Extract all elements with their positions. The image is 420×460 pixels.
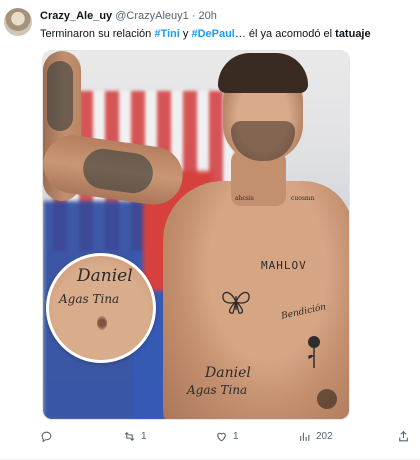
arm-tattoo — [47, 61, 73, 131]
author-name[interactable]: Crazy_Ale_uy — [40, 10, 112, 22]
retweet-count: 1 — [141, 430, 147, 442]
share-button[interactable] — [397, 428, 410, 444]
zoom-name-tattoo: Daniel — [77, 266, 133, 286]
like-count: 1 — [233, 430, 239, 442]
timestamp[interactable]: 20h — [199, 10, 217, 22]
hair — [218, 53, 308, 93]
retweet-icon — [124, 431, 135, 441]
action-bar: 1 1 202 — [40, 428, 410, 446]
retweet-button[interactable]: 1 — [123, 428, 147, 444]
bold-word: tatuaje — [335, 28, 371, 40]
rose-tattoo — [308, 336, 320, 368]
navel — [97, 316, 107, 330]
author-handle[interactable]: @CrazyAleuy1 — [115, 10, 189, 22]
hashtag-tini[interactable]: #Tini — [154, 28, 179, 40]
text-segment: Terminaron su relación — [40, 28, 155, 40]
abdomen-name-tattoo: Daniel — [205, 365, 251, 381]
zoom-sub-tattoo: Agas Tina — [59, 292, 120, 306]
chest-tattoo: MAHLOV — [261, 259, 307, 272]
views-count: 202 — [316, 430, 333, 442]
expand-icon[interactable] — [317, 389, 337, 409]
views-icon — [300, 432, 310, 441]
like-button[interactable]: 1 — [215, 428, 239, 444]
like-icon — [217, 432, 226, 441]
neck-tattoo-left: ahcsis — [235, 195, 254, 202]
tweet-text: Terminaron su relación #Tini y #DePaul… … — [40, 28, 371, 40]
butterfly-tattoo — [222, 291, 250, 314]
text-segment: … él ya acomodó el — [234, 28, 336, 40]
text-segment: y — [179, 28, 192, 40]
tweet-image[interactable]: ahcsis cuosmn MAHLOV Bendición Daniel Ag… — [42, 50, 350, 420]
abdomen-sub-tattoo: Agas Tina — [187, 383, 248, 397]
views-button[interactable]: 202 — [298, 428, 333, 444]
separator-dot: · — [191, 10, 196, 22]
neck-tattoo-right: cuosmn — [291, 195, 315, 202]
reply-button[interactable] — [40, 428, 58, 444]
avatar[interactable] — [4, 8, 32, 36]
share-icon — [399, 430, 408, 441]
image-background: ahcsis cuosmn MAHLOV Bendición Daniel Ag… — [43, 51, 349, 419]
reply-icon — [41, 431, 52, 442]
tweet-header: Crazy_Ale_uy @CrazyAleuy1 · 20h — [40, 10, 217, 22]
zoom-inset: Daniel Agas Tina — [46, 253, 156, 363]
hashtag-depaul[interactable]: #DePaul — [191, 28, 234, 40]
tweet[interactable]: Crazy_Ale_uy @CrazyAleuy1 · 20h Terminar… — [0, 0, 420, 460]
